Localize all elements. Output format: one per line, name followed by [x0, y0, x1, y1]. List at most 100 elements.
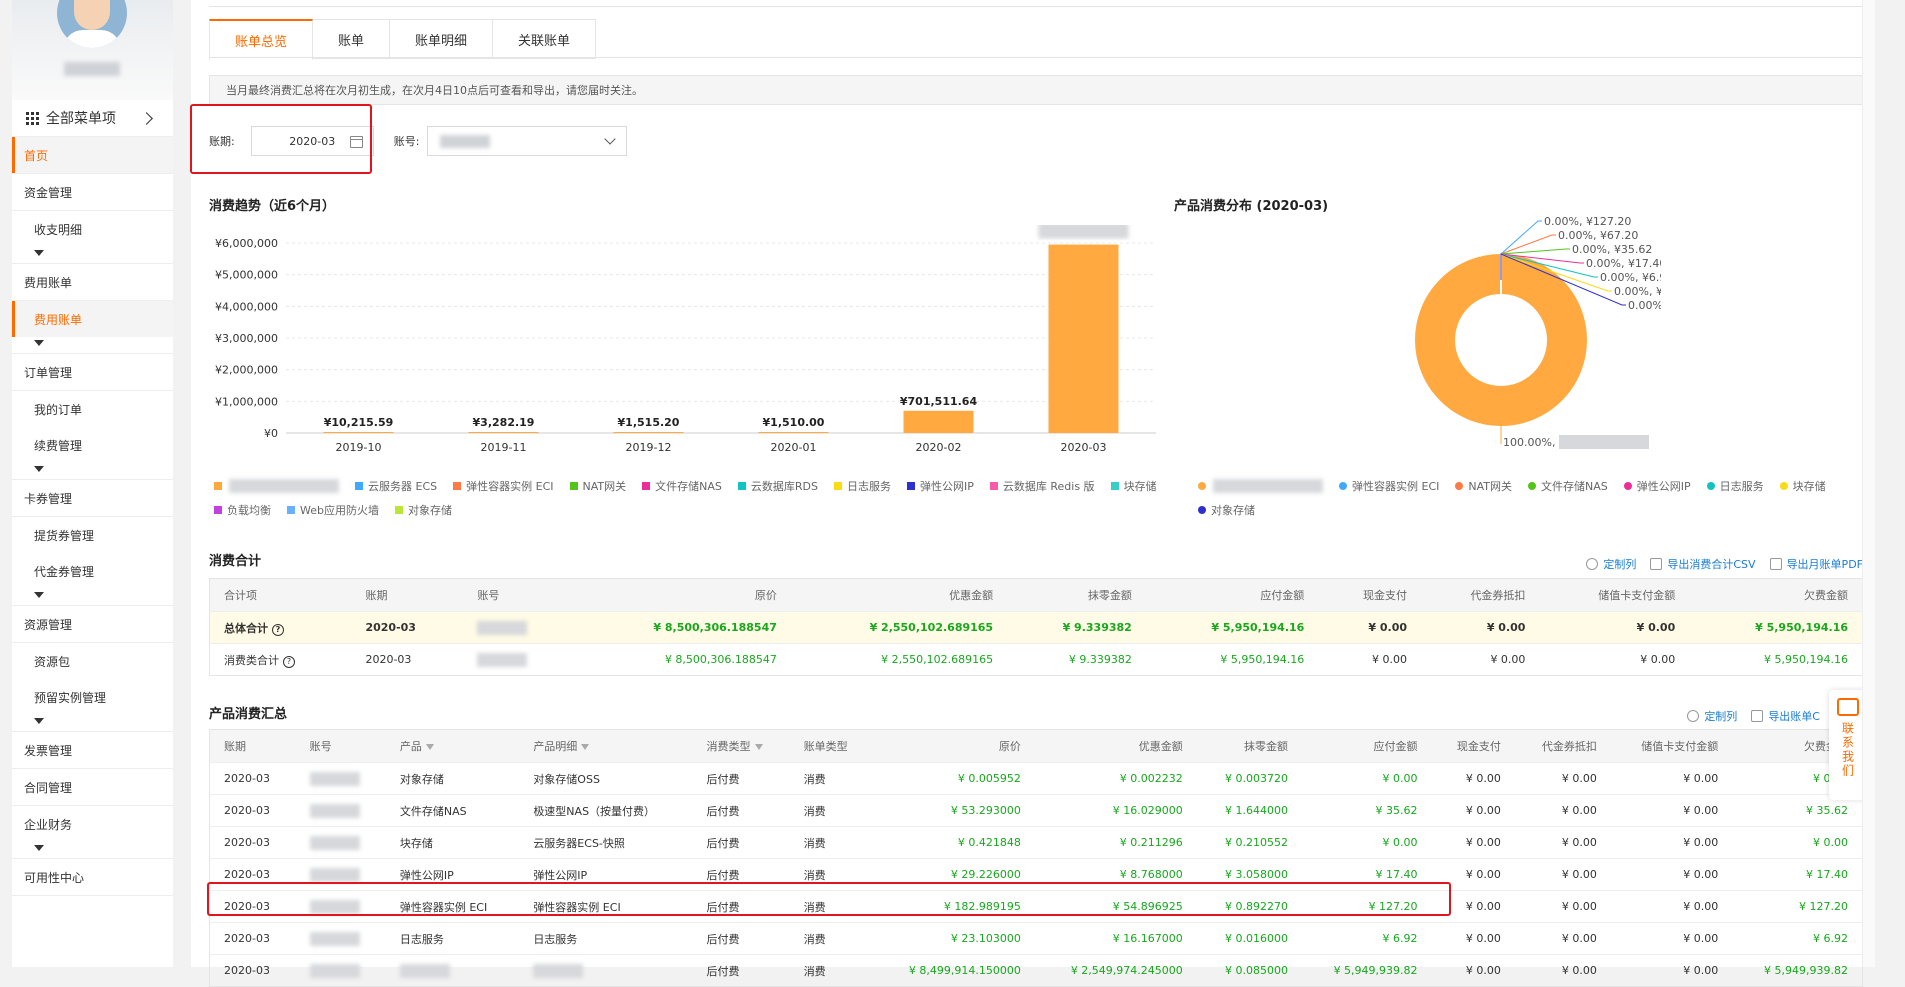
bar-2019-10[interactable] [324, 432, 394, 433]
table-row[interactable]: 2020-03后付费消费¥ 8,499,914.150000¥ 2,549,97… [210, 955, 1863, 987]
cell-value: ¥ 0.00 [1368, 621, 1407, 634]
column-header[interactable]: 消费类型 [693, 730, 790, 763]
export-button-1[interactable]: 导出账单C [1751, 708, 1820, 724]
legend-item[interactable]: NAT网关 [1455, 478, 1512, 494]
legend-label: 云数据库RDS [751, 478, 818, 494]
sidebar-item-5[interactable]: 订单管理 [12, 354, 173, 390]
avatar[interactable] [57, 0, 127, 48]
sidebar-item-16[interactable]: 企业财务 [12, 806, 173, 842]
page-scrollbar[interactable] [1862, 0, 1875, 967]
legend-item[interactable]: 弹性公网IP [1624, 478, 1691, 494]
legend-item[interactable]: 弹性公网IP [907, 478, 974, 494]
export-button-1[interactable]: 导出消费合计CSV [1650, 556, 1755, 572]
customize-columns-button[interactable]: 定制列 [1586, 556, 1636, 572]
table-row[interactable]: 2020-03文件存储NAS极速型NAS（按量付费）后付费消费¥ 53.2930… [210, 795, 1863, 827]
filter-icon[interactable] [581, 744, 589, 750]
action-label: 导出账单C [1768, 708, 1820, 724]
filter-icon[interactable] [755, 744, 763, 750]
expand-toggle[interactable] [12, 715, 173, 731]
sidebar-item-3[interactable]: 费用账单 [12, 264, 173, 300]
column-header: 应付金额 [1146, 579, 1318, 612]
help-icon[interactable]: ? [272, 624, 284, 636]
cell-value: ¥ 2,550,102.689165 [870, 621, 994, 634]
period-date-picker[interactable]: 2020-03 [251, 126, 374, 156]
bar-2019-12[interactable] [614, 432, 684, 433]
cell-value: ¥ 3.058000 [1225, 868, 1288, 881]
legend-item[interactable]: NAT网关 [570, 478, 627, 494]
sidebar-item-7[interactable]: 续费管理 [12, 427, 173, 463]
column-header-label: 账期 [224, 740, 246, 753]
legend-item[interactable] [1198, 478, 1323, 494]
table-row[interactable]: 2020-03对象存储对象存储OSS后付费消费¥ 0.005952¥ 0.002… [210, 763, 1863, 795]
sidebar-item-0[interactable]: 首页 [12, 137, 173, 173]
legend-item[interactable]: 弹性容器实例 ECI [453, 478, 553, 494]
cell-value: 2020-03 [224, 772, 270, 785]
customize-columns-button[interactable]: 定制列 [1687, 708, 1737, 724]
sidebar-item-14[interactable]: 发票管理 [12, 732, 173, 768]
legend-item[interactable] [214, 478, 339, 494]
table-row[interactable]: 2020-03块存储云服务器ECS-快照后付费消费¥ 0.421848¥ 0.2… [210, 827, 1863, 859]
cell-value: 2020-03 [224, 932, 270, 945]
sidebar-item-15[interactable]: 合同管理 [12, 769, 173, 805]
tab-2[interactable]: 账单明细 [390, 19, 493, 59]
legend-item[interactable]: 文件存储NAS [642, 478, 722, 494]
sidebar-item-17[interactable]: 可用性中心 [12, 859, 173, 895]
table-cell: ¥ 0.00 [1318, 644, 1421, 676]
sidebar-item-13[interactable]: 预留实例管理 [12, 679, 173, 715]
bar-2020-02[interactable] [904, 411, 974, 433]
sidebar-item-6[interactable]: 我的订单 [12, 391, 173, 427]
legend-item[interactable]: 云数据库 Redis 版 [990, 478, 1095, 494]
tab-3[interactable]: 关联账单 [493, 19, 596, 59]
sidebar-item-8[interactable]: 卡券管理 [12, 480, 173, 516]
table-row[interactable]: 2020-03弹性容器实例 ECI弹性容器实例 ECI后付费消费¥ 182.98… [210, 891, 1863, 923]
legend-item[interactable]: 负载均衡 [214, 502, 271, 518]
table-row[interactable]: 消费类合计?2020-03¥ 8,500,306.188547¥ 2,550,1… [210, 644, 1863, 676]
expand-toggle[interactable] [12, 463, 173, 479]
table-row[interactable]: 总体合计?2020-03¥ 8,500,306.188547¥ 2,550,10… [210, 612, 1863, 644]
sidebar-item-12[interactable]: 资源包 [12, 643, 173, 679]
legend-item[interactable]: 云服务器 ECS [355, 478, 437, 494]
bar-2020-01[interactable] [759, 432, 829, 433]
bar-2020-03[interactable] [1049, 245, 1119, 433]
sidebar-item-9[interactable]: 提货券管理 [12, 517, 173, 553]
column-header[interactable]: 产品 [386, 730, 519, 763]
column-header[interactable]: 产品明细 [519, 730, 692, 763]
legend-item[interactable]: 文件存储NAS [1528, 478, 1608, 494]
legend-item[interactable]: 日志服务 [1707, 478, 1764, 494]
legend-item[interactable]: Web应用防火墙 [287, 502, 379, 518]
expand-toggle[interactable] [12, 589, 173, 605]
sidebar-item-2[interactable]: 收支明细 [12, 211, 173, 247]
table-cell: ¥ 9.339382 [1007, 644, 1146, 676]
table-row[interactable]: 2020-03弹性公网IP弹性公网IP后付费消费¥ 29.226000¥ 8.7… [210, 859, 1863, 891]
sidebar-item-10[interactable]: 代金券管理 [12, 553, 173, 589]
legend-item[interactable]: 对象存储 [395, 502, 452, 518]
legend-item[interactable]: 对象存储 [1198, 502, 1255, 518]
bar-2019-11[interactable] [469, 432, 539, 433]
help-icon[interactable]: ? [283, 656, 295, 668]
all-menu-button[interactable]: 全部菜单项 [12, 100, 173, 137]
table-cell: 后付费 [693, 891, 790, 923]
sidebar-item-11[interactable]: 资源管理 [12, 606, 173, 642]
tab-1[interactable]: 账单 [313, 19, 390, 59]
slice-label: 0.00%, ¥35.62 [1572, 243, 1652, 256]
legend-item[interactable]: 块存储 [1780, 478, 1826, 494]
legend-item[interactable]: 块存储 [1111, 478, 1157, 494]
tab-0[interactable]: 账单总览 [209, 19, 313, 60]
slice-label: 0.00%, ¥6.92 [1600, 271, 1661, 284]
legend-item[interactable]: 日志服务 [834, 478, 891, 494]
sidebar-item-4[interactable]: 费用账单 [12, 301, 173, 337]
expand-toggle[interactable] [12, 842, 173, 858]
expand-toggle[interactable] [12, 337, 173, 353]
redacted-value [477, 653, 527, 667]
sidebar-item-1[interactable]: 资金管理 [12, 174, 173, 210]
legend-item[interactable]: 云数据库RDS [738, 478, 818, 494]
account-select[interactable] [427, 126, 627, 156]
table-row[interactable]: 2020-03日志服务日志服务后付费消费¥ 23.103000¥ 16.1670… [210, 923, 1863, 955]
expand-toggle[interactable] [12, 247, 173, 263]
table-cell [296, 795, 386, 827]
calendar-icon[interactable] [350, 136, 363, 148]
legend-item[interactable]: 弹性容器实例 ECI [1339, 478, 1439, 494]
filter-icon[interactable] [426, 744, 434, 750]
cell-value: 后付费 [707, 869, 740, 882]
export-button-2[interactable]: 导出月账单PDF [1770, 556, 1863, 572]
